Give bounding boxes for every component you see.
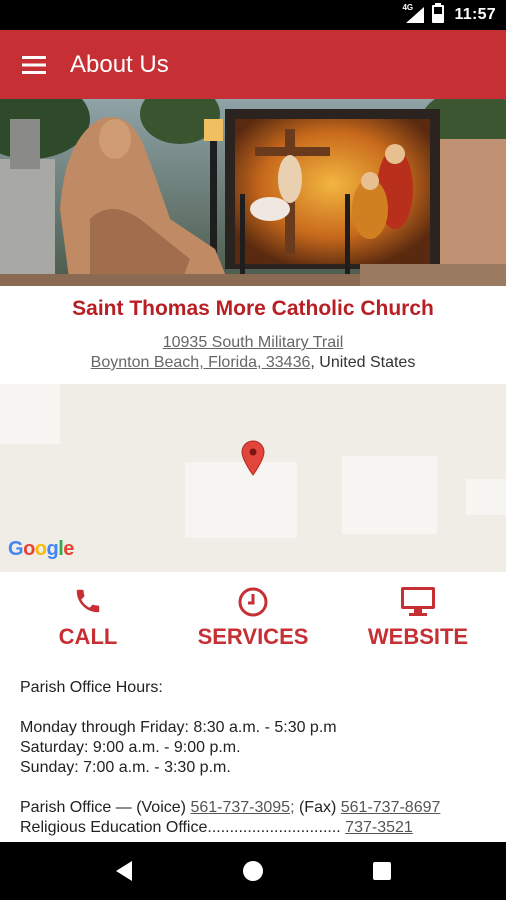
website-label: WEBSITE <box>367 624 469 649</box>
clock-time: 11:57 <box>454 6 496 23</box>
address-line-2: Boynton Beach, Florida, 33436, United St… <box>0 354 506 372</box>
call-button[interactable]: CALL <box>4 582 172 658</box>
services-label: SERVICES <box>197 624 309 649</box>
map-block <box>466 479 506 515</box>
back-button[interactable] <box>104 851 144 891</box>
church-name: Saint Thomas More Catholic Church <box>72 297 434 320</box>
services-button[interactable]: SERVICES <box>169 582 337 658</box>
map-block <box>342 456 437 534</box>
map-view[interactable]: Google <box>0 384 506 572</box>
hamburger-menu-icon <box>22 55 46 74</box>
religious-ed-line: Religious Education Office..............… <box>20 818 486 838</box>
status-bar: 4G 11:57 <box>0 0 506 30</box>
religious-ed-phone-link[interactable]: 737-3521 <box>345 819 413 836</box>
about-content: Parish Office Hours: Monday through Frid… <box>20 678 486 838</box>
fax-phone-link[interactable]: 561-737-8697 <box>341 799 441 816</box>
hero-image <box>0 99 506 286</box>
monitor-icon <box>334 582 502 618</box>
battery-icon <box>432 2 445 28</box>
map-pin-icon[interactable] <box>240 440 266 481</box>
parish-office-prefix: Parish Office — (Voice) <box>20 799 191 816</box>
parish-office-line: Parish Office — (Voice) 561-737-3095; (F… <box>20 798 486 818</box>
app-bar: About Us <box>0 30 506 99</box>
recents-icon <box>372 862 391 880</box>
home-button[interactable] <box>233 851 273 891</box>
street-address-link[interactable]: 10935 South Military Trail <box>163 334 344 351</box>
back-icon <box>116 861 133 881</box>
action-buttons: CALL SERVICES WEBSITE <box>0 582 506 662</box>
google-logo: Google <box>8 538 74 560</box>
website-button[interactable]: WEBSITE <box>334 582 502 658</box>
address-line-1: 10935 South Military Trail <box>0 334 506 352</box>
office-hours-heading: Parish Office Hours: <box>20 679 163 696</box>
page-title: About Us <box>70 50 169 78</box>
system-nav-bar <box>0 842 506 900</box>
call-label: CALL <box>58 624 118 649</box>
signal-icon: 4G <box>402 3 426 24</box>
voice-phone-link[interactable]: 561-737-3095; <box>190 799 294 816</box>
menu-button[interactable] <box>0 30 70 99</box>
fax-prefix: (Fax) <box>294 799 341 816</box>
country-text: , United States <box>310 354 416 371</box>
recents-button[interactable] <box>362 851 402 891</box>
clock-icon <box>169 582 337 618</box>
religious-ed-prefix: Religious Education Office..............… <box>20 819 346 836</box>
saturday-hours: Saturday: 9:00 a.m. - 9:00 p.m. <box>20 739 241 756</box>
sunday-hours: Sunday: 7:00 a.m. - 3:30 p.m. <box>20 759 231 776</box>
weekday-hours: Monday through Friday: 8:30 a.m. - 5:30 … <box>20 719 337 736</box>
network-type: 4G <box>402 3 414 12</box>
city-state-zip-link[interactable]: Boynton Beach, Florida, 33436 <box>91 354 311 371</box>
home-icon <box>242 861 263 881</box>
phone-icon <box>4 582 172 618</box>
map-block <box>0 384 60 444</box>
